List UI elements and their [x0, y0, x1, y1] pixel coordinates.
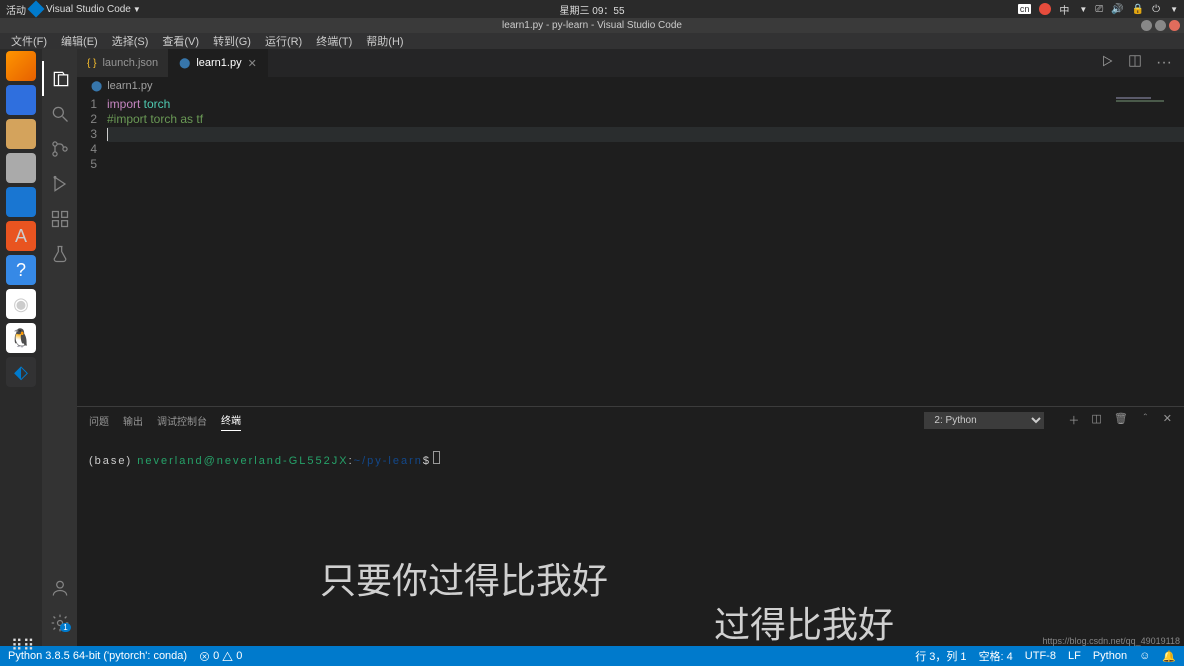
- status-encoding[interactable]: UTF-8: [1025, 650, 1056, 662]
- line-gutter: 1 2 3 4 5: [77, 95, 107, 406]
- dock-thunderbird[interactable]: [6, 85, 36, 115]
- tabs-bar: { } launch.json ⬤ learn1.py ✕ ···: [77, 49, 1184, 77]
- dock-qq[interactable]: 🐧: [6, 323, 36, 353]
- settings-badge: 1: [60, 623, 70, 632]
- activity-account[interactable]: [42, 570, 77, 605]
- window-maximize-button[interactable]: [1155, 20, 1166, 31]
- menu-view[interactable]: 查看(V): [155, 33, 206, 49]
- overlay-text-1: 只要你过得比我好: [320, 552, 608, 604]
- volume-icon[interactable]: 🔊: [1111, 4, 1123, 15]
- breadcrumb-item[interactable]: learn1.py: [107, 80, 152, 92]
- status-feedback[interactable]: ☺: [1139, 650, 1150, 662]
- overlay-text-2: 过得比我好: [714, 596, 894, 648]
- status-ln-col[interactable]: 行 3，列 1: [915, 648, 966, 664]
- panel-tabs: 问题 输出 调试控制台 终端 2: Python ＋ ◫ 🗑 ＾ ✕: [77, 407, 1184, 433]
- panel-tab-terminal[interactable]: 终端: [221, 409, 241, 431]
- lock-icon[interactable]: 🔒: [1132, 4, 1144, 15]
- tab-learn1-py[interactable]: ⬤ learn1.py ✕: [169, 49, 268, 77]
- window-close-button[interactable]: [1169, 20, 1180, 31]
- ime-status-icon[interactable]: [1039, 3, 1051, 15]
- dropdown-icon[interactable]: ▼: [133, 5, 141, 14]
- activity-extensions[interactable]: [42, 201, 77, 236]
- status-python[interactable]: Python 3.8.5 64-bit ('pytorch': conda): [8, 650, 187, 662]
- minimap[interactable]: [1116, 97, 1174, 105]
- dock-help[interactable]: ?: [6, 255, 36, 285]
- menu-bar: 文件(F) 编辑(E) 选择(S) 查看(V) 转到(G) 运行(R) 终端(T…: [0, 33, 1184, 49]
- window-minimize-button[interactable]: [1141, 20, 1152, 31]
- code-content[interactable]: import torch #import torch as tf: [107, 95, 1184, 406]
- run-button[interactable]: [1100, 54, 1114, 73]
- menu-edit[interactable]: 编辑(E): [54, 33, 105, 49]
- gnome-top-bar: 活动 Visual Studio Code▼ 星期三 09：55 cn 中▼ ⎚…: [0, 0, 1184, 18]
- menu-terminal[interactable]: 终端(T): [309, 33, 359, 49]
- split-terminal-button[interactable]: ◫: [1091, 412, 1101, 428]
- window-title: learn1.py - py-learn - Visual Studio Cod…: [502, 20, 682, 31]
- tab-launch-json[interactable]: { } launch.json: [77, 49, 169, 77]
- more-actions-button[interactable]: ···: [1156, 54, 1172, 72]
- split-editor-button[interactable]: [1128, 54, 1142, 73]
- kill-terminal-button[interactable]: 🗑: [1114, 412, 1128, 428]
- terminal-select[interactable]: 2: Python: [924, 412, 1044, 429]
- status-bar: Python 3.8.5 64-bit ('pytorch': conda) 0…: [0, 646, 1184, 666]
- network-icon[interactable]: ⎚: [1095, 4, 1103, 15]
- ubuntu-dock: A ? ◉ 🐧 ⬖ ⠿⠿: [0, 49, 42, 646]
- terminal[interactable]: (base) neverland@neverland-GL552JX:~/py-…: [77, 433, 1184, 646]
- panel: 问题 输出 调试控制台 终端 2: Python ＋ ◫ 🗑 ＾ ✕ (base…: [77, 406, 1184, 646]
- tab-label: launch.json: [102, 57, 158, 69]
- dock-apps-grid[interactable]: ⠿⠿: [11, 636, 31, 656]
- close-panel-button[interactable]: ✕: [1163, 412, 1172, 428]
- clock-label[interactable]: 星期三 09：55: [559, 2, 624, 17]
- menu-select[interactable]: 选择(S): [105, 33, 156, 49]
- activity-test[interactable]: [42, 236, 77, 271]
- menu-file[interactable]: 文件(F): [4, 33, 54, 49]
- panel-tab-output[interactable]: 输出: [123, 410, 143, 431]
- activities-button[interactable]: 活动: [6, 2, 26, 17]
- keyboard-indicator[interactable]: cn: [1018, 4, 1032, 14]
- new-terminal-button[interactable]: ＋: [1068, 412, 1079, 428]
- editor-area: { } launch.json ⬤ learn1.py ✕ ··· ⬤ lear…: [77, 49, 1184, 646]
- breadcrumb[interactable]: ⬤ learn1.py: [77, 77, 1184, 95]
- menu-go[interactable]: 转到(G): [206, 33, 258, 49]
- dock-firefox[interactable]: [6, 51, 36, 81]
- dock-software[interactable]: A: [6, 221, 36, 251]
- status-problems[interactable]: 0 0: [199, 650, 242, 662]
- status-eol[interactable]: LF: [1068, 650, 1081, 662]
- activity-scm[interactable]: [42, 131, 77, 166]
- python-icon: ⬤: [91, 81, 102, 92]
- activity-run[interactable]: [42, 166, 77, 201]
- code-editor[interactable]: 1 2 3 4 5 import torch #import torch as …: [77, 95, 1184, 406]
- dock-files[interactable]: [6, 119, 36, 149]
- dock-vscode[interactable]: ⬖: [6, 357, 36, 387]
- maximize-panel-button[interactable]: ＾: [1140, 412, 1151, 428]
- panel-tab-debug[interactable]: 调试控制台: [157, 410, 207, 431]
- json-icon: { }: [87, 58, 96, 69]
- menu-run[interactable]: 运行(R): [258, 33, 309, 49]
- python-icon: ⬤: [179, 58, 190, 69]
- watermark: https://blog.csdn.net/qq_49019118: [1043, 636, 1180, 646]
- panel-tab-problems[interactable]: 问题: [89, 410, 109, 431]
- power-icon[interactable]: ⏻: [1152, 4, 1160, 15]
- ime-label[interactable]: 中: [1059, 2, 1069, 17]
- status-lang[interactable]: Python: [1093, 650, 1127, 662]
- status-notifications[interactable]: 🔔: [1162, 650, 1176, 663]
- menu-help[interactable]: 帮助(H): [359, 33, 410, 49]
- activity-settings[interactable]: 1: [42, 605, 77, 640]
- dock-disks[interactable]: [6, 153, 36, 183]
- dock-libreoffice[interactable]: [6, 187, 36, 217]
- activity-search[interactable]: [42, 96, 77, 131]
- dock-chrome[interactable]: ◉: [6, 289, 36, 319]
- vscode-icon: [28, 1, 45, 18]
- close-icon[interactable]: ✕: [248, 57, 257, 70]
- activity-explorer[interactable]: [42, 61, 77, 96]
- activity-bar: 1: [42, 49, 77, 646]
- window-titlebar: learn1.py - py-learn - Visual Studio Cod…: [0, 18, 1184, 33]
- app-name-label[interactable]: Visual Studio Code: [46, 4, 131, 15]
- status-spaces[interactable]: 空格: 4: [979, 648, 1013, 664]
- tab-label: learn1.py: [196, 57, 241, 69]
